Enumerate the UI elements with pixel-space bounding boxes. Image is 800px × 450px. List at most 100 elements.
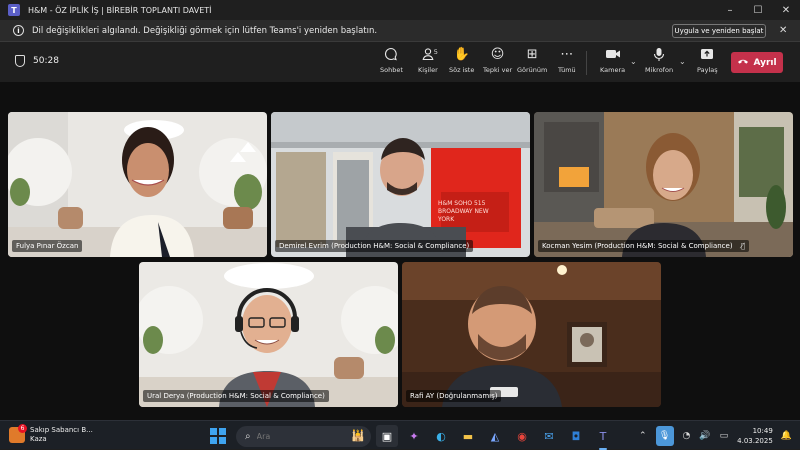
chat-button[interactable]: Sohbet: [380, 47, 403, 79]
video-stage: Fulya Pınar Özcan H&M SOHO 515 BROADWAY …: [0, 82, 800, 420]
mic-muted-icon: 🎙̸: [740, 242, 746, 250]
camera-options-chevron-icon[interactable]: ⌄: [630, 57, 637, 66]
participant-name: Demirel Evrim (Production H&M: Social & …: [275, 240, 474, 252]
mic-options-chevron-icon[interactable]: ⌄: [679, 57, 686, 66]
participant-name: Fulya Pınar Özcan: [12, 240, 83, 252]
edge-icon[interactable]: ◐: [430, 425, 452, 447]
share-icon: [700, 47, 714, 64]
participant-tile-fulya[interactable]: Fulya Pınar Özcan: [8, 112, 267, 257]
mail-icon[interactable]: ✉: [538, 425, 560, 447]
shield-icon[interactable]: [15, 55, 25, 67]
wifi-icon[interactable]: ◔: [683, 431, 691, 441]
apply-restart-button[interactable]: Uygula ve yeniden başlat: [672, 24, 766, 38]
close-window-button[interactable]: ✕: [772, 0, 800, 20]
notification-bell-icon[interactable]: 🔔: [781, 431, 792, 441]
news-title: Sakıp Sabancı B...: [30, 426, 93, 434]
participant-tile-demirel[interactable]: H&M SOHO 515 BROADWAY NEW YORK Demirel E…: [271, 112, 530, 257]
language-change-notification: i Dil değişiklikleri algılandı. Değişikl…: [0, 20, 800, 42]
notification-text: Dil değişiklikleri algılandı. Değişikliğ…: [32, 25, 378, 36]
mic-in-use-icon[interactable]: 🎙: [655, 425, 674, 446]
participant-tile-ural[interactable]: Ural Derya (Production H&M: Social & Com…: [139, 262, 398, 407]
window-controls: – ☐ ✕: [716, 0, 800, 20]
share-label: Paylaş: [697, 66, 718, 74]
chat-icon: [384, 47, 398, 64]
volume-icon[interactable]: 🔊: [699, 431, 710, 441]
more-icon: ⋯: [560, 47, 574, 62]
view-label: Görünüm: [517, 66, 548, 74]
window-title: H&M - ÖZ İPLİK İŞ | BİREBİR TOPLANTI DAV…: [28, 5, 212, 15]
react-button[interactable]: ☺ Tepki ver: [483, 47, 512, 79]
teams-logo-icon: T: [8, 4, 20, 16]
storefront-sign: H&M SOHO 515 BROADWAY NEW YORK: [438, 200, 489, 223]
battery-icon[interactable]: ▭: [720, 431, 729, 441]
participant-name: Kocman Yesim (Production H&M: Social & C…: [538, 240, 750, 252]
view-button[interactable]: ⊞ Görünüm: [517, 47, 547, 79]
clock-time: 10:49: [752, 426, 773, 435]
video-feed: [534, 112, 793, 257]
participant-name: Rafi AY (Doğrulanmamış): [406, 390, 502, 402]
leave-label: Ayrıl: [753, 57, 777, 68]
camera-button[interactable]: Kamera: [600, 47, 625, 79]
leave-button[interactable]: Ayrıl: [731, 52, 783, 73]
mic-button[interactable]: Mikrofon: [645, 47, 673, 79]
teams-taskbar-icon[interactable]: T: [592, 425, 614, 450]
mic-label: Mikrofon: [645, 66, 674, 74]
task-view-icon[interactable]: ▣: [376, 425, 398, 447]
teams-meeting-window: T H&M - ÖZ İPLİK İŞ | BİREBİR TOPLANTI D…: [0, 0, 800, 420]
search-icon: ⌕: [245, 430, 251, 442]
meeting-timer: 50:28: [33, 56, 59, 66]
minimize-button[interactable]: –: [716, 0, 744, 20]
taskbar-apps: ⌕ 🕌 ▣ ✦ ◐ ▬ ◭ ◉ ✉ ◘ T: [210, 425, 614, 450]
view-icon: ⊞: [526, 47, 538, 62]
news-badge: 6: [18, 424, 27, 433]
chevron-up-icon[interactable]: ⌃: [639, 431, 647, 441]
video-feed: [139, 262, 398, 407]
info-icon: i: [13, 25, 24, 36]
camera-icon: [605, 47, 621, 64]
clock-date: 4.03.2025: [737, 436, 773, 445]
taskbar-search[interactable]: ⌕ 🕌: [236, 425, 371, 447]
more-label: Tümü: [558, 66, 576, 74]
maximize-button[interactable]: ☐: [744, 0, 772, 20]
people-button[interactable]: Kişiler 5: [418, 47, 438, 79]
participant-name: Ural Derya (Production H&M: Social & Com…: [143, 390, 329, 402]
participant-tile-kocman[interactable]: Kocman Yesim (Production H&M: Social & C…: [534, 112, 793, 257]
video-feed: [402, 262, 661, 407]
more-button[interactable]: ⋯ Tümü: [558, 47, 576, 79]
analytics-app-icon[interactable]: ◭: [484, 425, 506, 447]
participant-tile-rafi[interactable]: Rafi AY (Doğrulanmamış): [402, 262, 661, 407]
react-label: Tepki ver: [483, 66, 513, 74]
news-icon: 6: [9, 424, 27, 443]
participant-name-text: Kocman Yesim (Production H&M: Social & C…: [542, 242, 733, 250]
chat-label: Sohbet: [380, 66, 403, 74]
windows-start-icon[interactable]: [210, 428, 226, 444]
chrome-icon[interactable]: ◉: [511, 425, 533, 447]
video-feed: [8, 112, 267, 257]
copilot-icon[interactable]: ✦: [403, 425, 425, 447]
news-widget[interactable]: 6 Sakıp Sabancı B... Kaza: [9, 424, 93, 444]
mic-icon: [653, 47, 665, 64]
react-icon: ☺: [490, 47, 505, 62]
outlook-icon[interactable]: ◘: [565, 425, 587, 447]
news-text: Sakıp Sabancı B... Kaza: [30, 426, 93, 444]
toolbar-divider: [586, 51, 587, 75]
title-bar: T H&M - ÖZ İPLİK İŞ | BİREBİR TOPLANTI D…: [0, 0, 800, 20]
search-highlight-icon: 🕌: [351, 428, 365, 442]
meeting-toolbar: 50:28 Sohbet Kişiler 5 ✋ Söz iste ☺ Tepk…: [0, 43, 800, 81]
raise-hand-button[interactable]: ✋ Söz iste: [449, 47, 474, 79]
share-button[interactable]: Paylaş: [697, 47, 718, 79]
news-subtitle: Kaza: [30, 435, 47, 443]
raise-hand-label: Söz iste: [449, 66, 475, 74]
system-tray: ⌃ 🎙 ◔ 🔊 ▭ 10:49 4.03.2025 🔔: [639, 421, 800, 450]
hang-up-icon: [737, 57, 749, 68]
close-notification-icon[interactable]: ✕: [779, 25, 787, 36]
file-explorer-icon[interactable]: ▬: [457, 425, 479, 447]
people-count: 5: [433, 48, 438, 56]
clock[interactable]: 10:49 4.03.2025: [737, 426, 773, 446]
search-input[interactable]: [256, 431, 337, 441]
people-label: Kişiler: [418, 66, 438, 74]
raise-hand-icon: ✋: [453, 47, 470, 62]
windows-taskbar: 6 Sakıp Sabancı B... Kaza ⌕ 🕌 ▣ ✦ ◐ ▬ ◭ …: [0, 420, 800, 450]
camera-label: Kamera: [600, 66, 626, 74]
video-feed: [271, 112, 530, 257]
